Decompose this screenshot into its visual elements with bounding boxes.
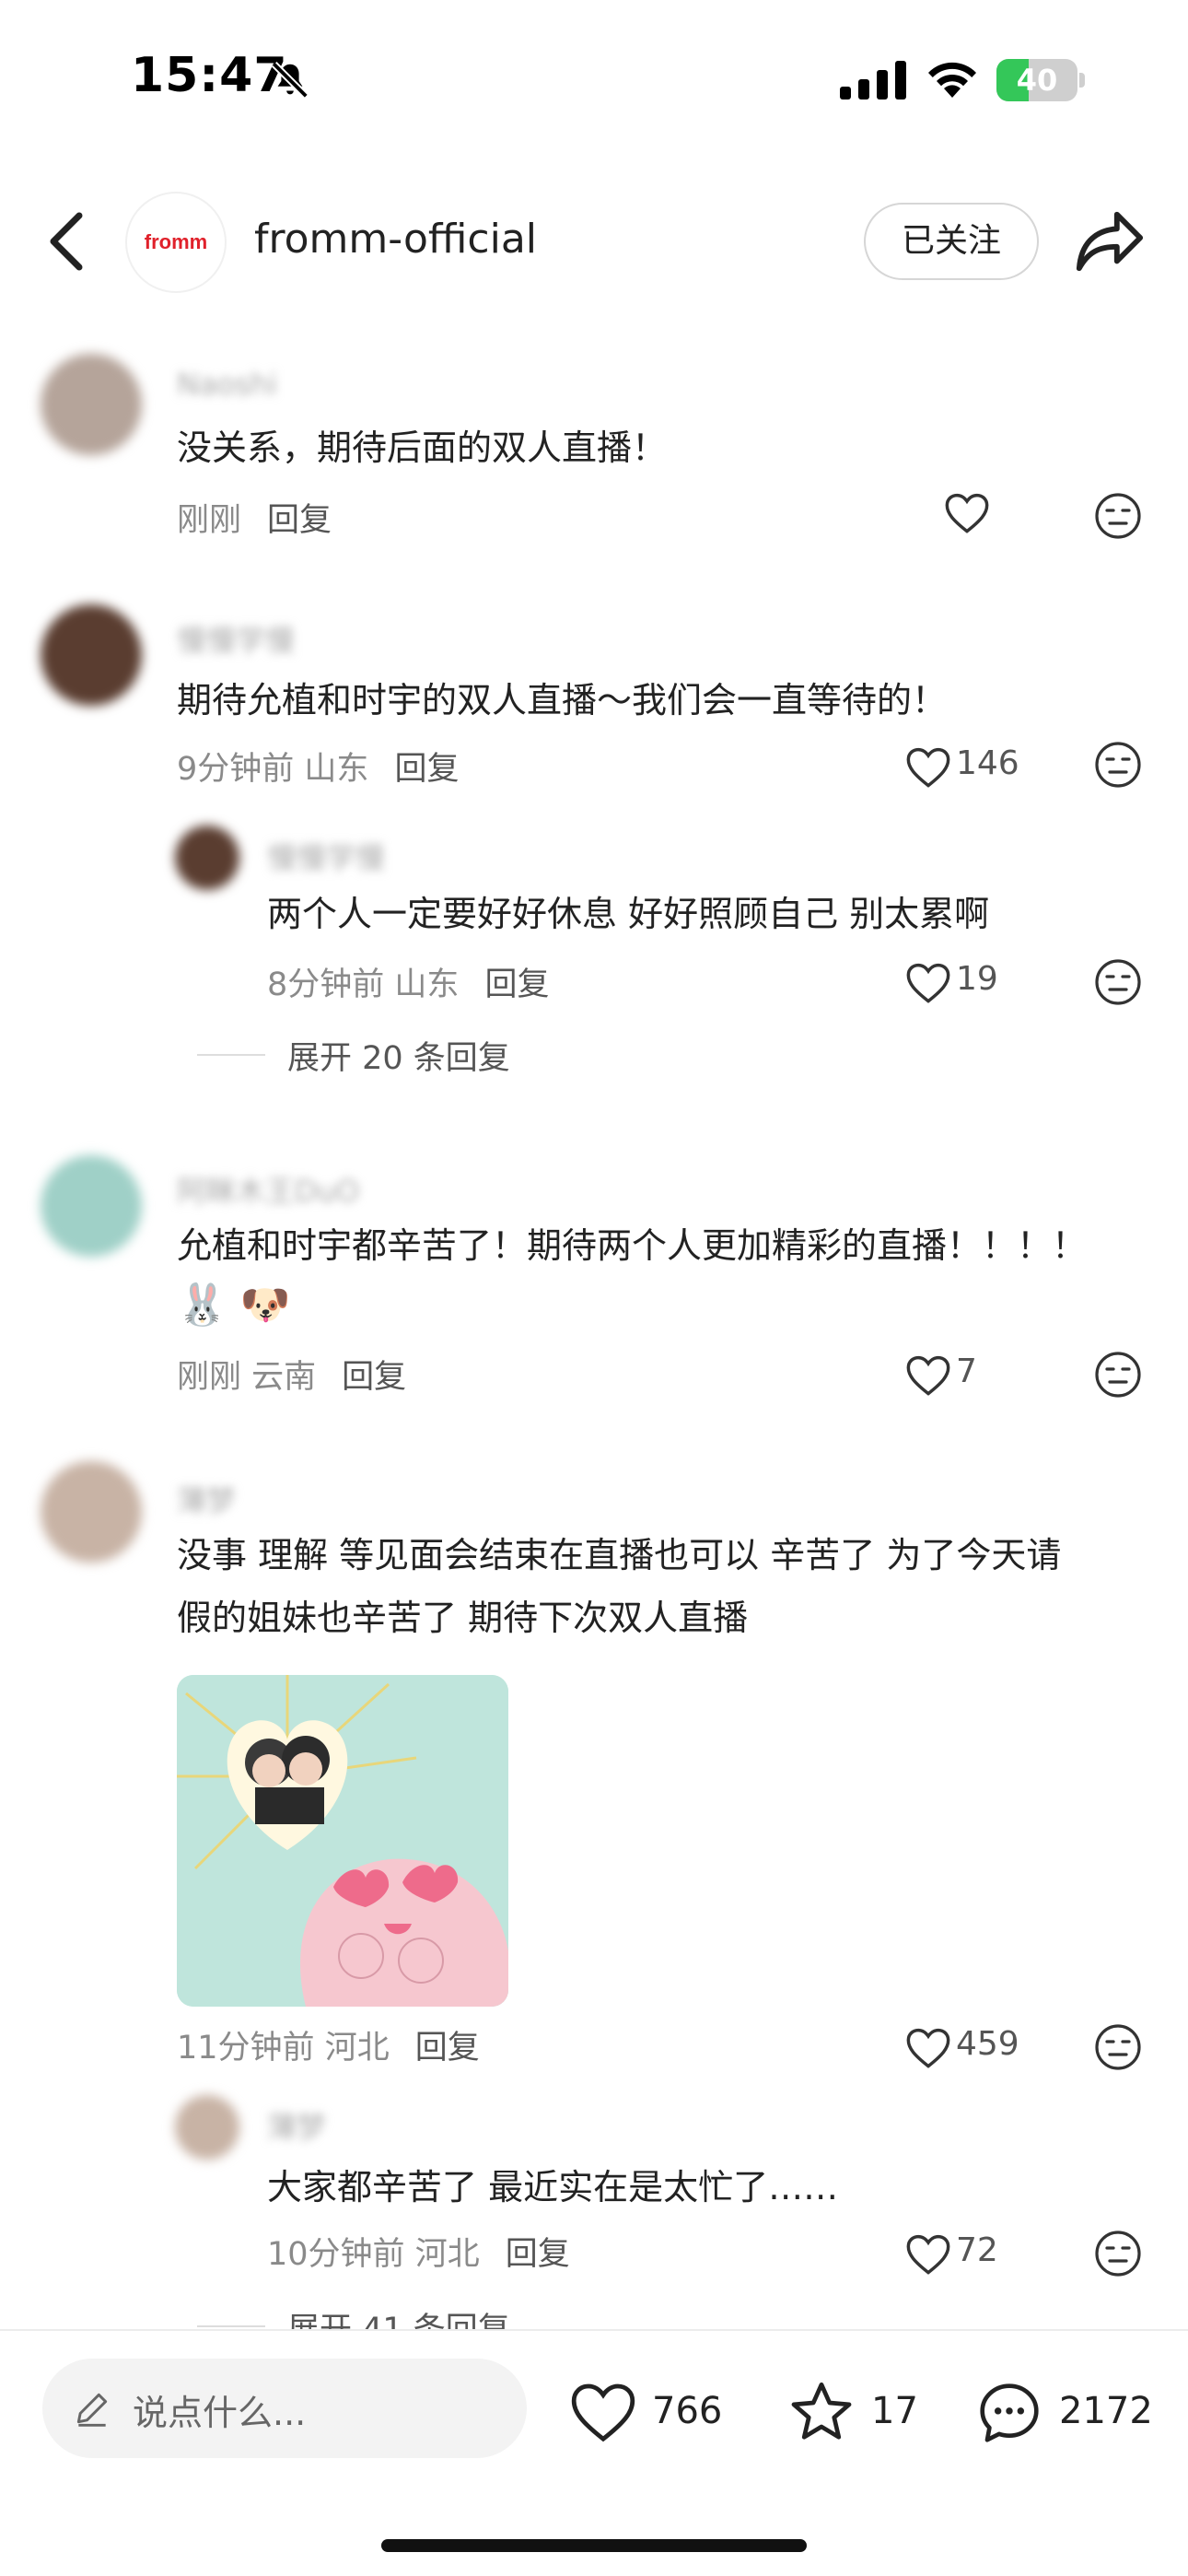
like-button[interactable]: 459 — [851, 2021, 1026, 2073]
bell-off-icon — [272, 62, 309, 99]
comment-text-line2[interactable]: 假的姐妹也辛苦了 期待下次双人直播 — [177, 1587, 748, 1649]
wifi-icon — [928, 62, 976, 98]
like-post-button[interactable]: 766 — [567, 2379, 733, 2445]
comment-input-placeholder: 说点什么... — [133, 2393, 307, 2433]
like-button[interactable]: 19 — [851, 956, 1026, 1008]
profile-header: fromm fromm-official 已关注 — [0, 184, 1188, 299]
chat-bubble-icon — [980, 2383, 1039, 2442]
commenter-username[interactable]: 阿眯木王DuO — [177, 1168, 359, 1211]
commenter-avatar[interactable] — [41, 1461, 142, 1563]
like-button[interactable]: 146 — [851, 741, 1026, 792]
heart-icon — [571, 2383, 635, 2442]
like-count: 459 — [956, 2025, 1019, 2063]
comment-time: 刚刚 — [177, 1359, 242, 1396]
like-count: 146 — [956, 744, 1019, 782]
star-icon — [791, 2382, 852, 2440]
comment-location: 河北 — [324, 2030, 390, 2067]
meh-face-icon[interactable] — [1094, 492, 1142, 540]
status-bar: 15:47 40 — [0, 0, 1188, 157]
expand-replies-button[interactable]: 展开 20 条回复 — [287, 1032, 510, 1079]
status-time: 15:47 — [131, 48, 288, 103]
reply-button[interactable]: 回复 — [267, 502, 332, 539]
favorite-count: 17 — [871, 2390, 918, 2432]
post-like-count: 766 — [652, 2390, 723, 2432]
commenter-avatar[interactable] — [41, 604, 142, 706]
comment-meta: 刚刚 回复 — [177, 494, 332, 541]
comment-input[interactable]: 说点什么... — [42, 2359, 527, 2458]
reply-button[interactable]: 回复 — [484, 966, 549, 1003]
reply-meta: 10分钟前 河北 回复 — [267, 2228, 570, 2275]
comment-emoji: 🐰 🐶 — [177, 1282, 291, 1329]
chevron-left-icon[interactable] — [39, 208, 94, 275]
commenter-username[interactable]: 慢慢学慢 — [177, 617, 295, 660]
comment-count: 2172 — [1059, 2390, 1153, 2432]
comment-location: 山东 — [304, 751, 369, 788]
comment-text[interactable]: 允植和时宇都辛苦了！期待两个人更加精彩的直播！！！！ — [177, 1214, 1087, 1277]
meh-face-icon[interactable] — [1094, 2023, 1142, 2071]
reply-text[interactable]: 大家都辛苦了 最近实在是太忙了…… — [267, 2156, 838, 2219]
replier-avatar[interactable] — [175, 2095, 239, 2160]
heart-icon — [906, 2028, 950, 2068]
battery-icon: 40 — [996, 59, 1085, 101]
commenter-avatar[interactable] — [41, 354, 142, 455]
battery-level: 40 — [1016, 63, 1058, 98]
replier-username[interactable]: 慢慢学慢 — [267, 835, 385, 877]
heart-icon — [906, 747, 950, 788]
sticker-illustration — [177, 1675, 508, 2007]
account-name[interactable]: fromm-official — [254, 216, 537, 263]
comment-time: 刚刚 — [177, 502, 242, 539]
meh-face-icon[interactable] — [1094, 1351, 1142, 1399]
replier-username[interactable]: 薄梦 — [267, 2104, 326, 2147]
heart-icon — [906, 2234, 950, 2275]
like-count: 7 — [956, 1352, 977, 1390]
expand-divider — [197, 1054, 265, 1056]
expand-divider — [197, 2325, 265, 2327]
like-count: 19 — [956, 960, 998, 998]
brand-logo-text: fromm — [144, 230, 208, 253]
home-indicator[interactable] — [381, 2539, 807, 2552]
favorite-button[interactable]: 17 — [786, 2379, 925, 2445]
reply-button[interactable]: 回复 — [415, 2030, 480, 2067]
following-button[interactable]: 已关注 — [864, 203, 1039, 280]
like-button[interactable]: 72 — [851, 2228, 1026, 2279]
comment-meta: 11分钟前 河北 回复 — [177, 2021, 480, 2068]
reply-meta: 8分钟前 山东 回复 — [267, 958, 549, 1005]
comment-time: 11分钟前 — [177, 2030, 315, 2067]
pencil-icon — [76, 2393, 108, 2427]
comment-count-button[interactable]: 2172 — [974, 2379, 1159, 2445]
meh-face-icon[interactable] — [1094, 958, 1142, 1006]
reply-time: 8分钟前 — [267, 966, 385, 1003]
meh-face-icon[interactable] — [1094, 2230, 1142, 2277]
reply-location: 河北 — [414, 2236, 480, 2273]
reply-text[interactable]: 两个人一定要好好休息 好好照顾自己 别太累啊 — [267, 883, 989, 945]
reply-button[interactable]: 回复 — [506, 2236, 570, 2273]
commenter-username[interactable]: Naoshi — [177, 367, 277, 402]
cellular-signal-icon — [840, 61, 906, 100]
comment-text[interactable]: 没关系，期待后面的双人直播！ — [177, 416, 667, 479]
reply-location: 山东 — [394, 966, 460, 1003]
meh-face-icon[interactable] — [1094, 741, 1142, 789]
reply-button[interactable]: 回复 — [342, 1359, 406, 1396]
comment-time: 9分钟前 — [177, 751, 295, 788]
heart-icon — [906, 1355, 950, 1396]
commenter-username[interactable]: 薄梦 — [177, 1478, 236, 1520]
comment-sticker-image[interactable] — [177, 1675, 508, 2007]
brand-avatar[interactable]: fromm — [125, 192, 227, 293]
comment-text[interactable]: 期待允植和时宇的双人直播～我们会一直等待的！ — [177, 669, 947, 732]
share-arrow-icon[interactable] — [1074, 206, 1146, 276]
comment-text-line1[interactable]: 没事 理解 等见面会结束在直播也可以 辛苦了 为了今天请 — [177, 1524, 1061, 1587]
like-button[interactable]: 7 — [851, 1349, 1026, 1400]
heart-icon — [906, 963, 950, 1003]
comment-meta: 9分钟前 山东 回复 — [177, 743, 459, 790]
comment-meta: 刚刚 云南 回复 — [177, 1351, 406, 1398]
commenter-avatar[interactable] — [41, 1155, 142, 1257]
heart-icon[interactable] — [943, 490, 991, 534]
reply-button[interactable]: 回复 — [394, 751, 459, 788]
like-count: 72 — [956, 2231, 998, 2269]
reply-time: 10分钟前 — [267, 2236, 405, 2273]
comment-location: 云南 — [251, 1359, 317, 1396]
replier-avatar[interactable] — [175, 825, 239, 890]
